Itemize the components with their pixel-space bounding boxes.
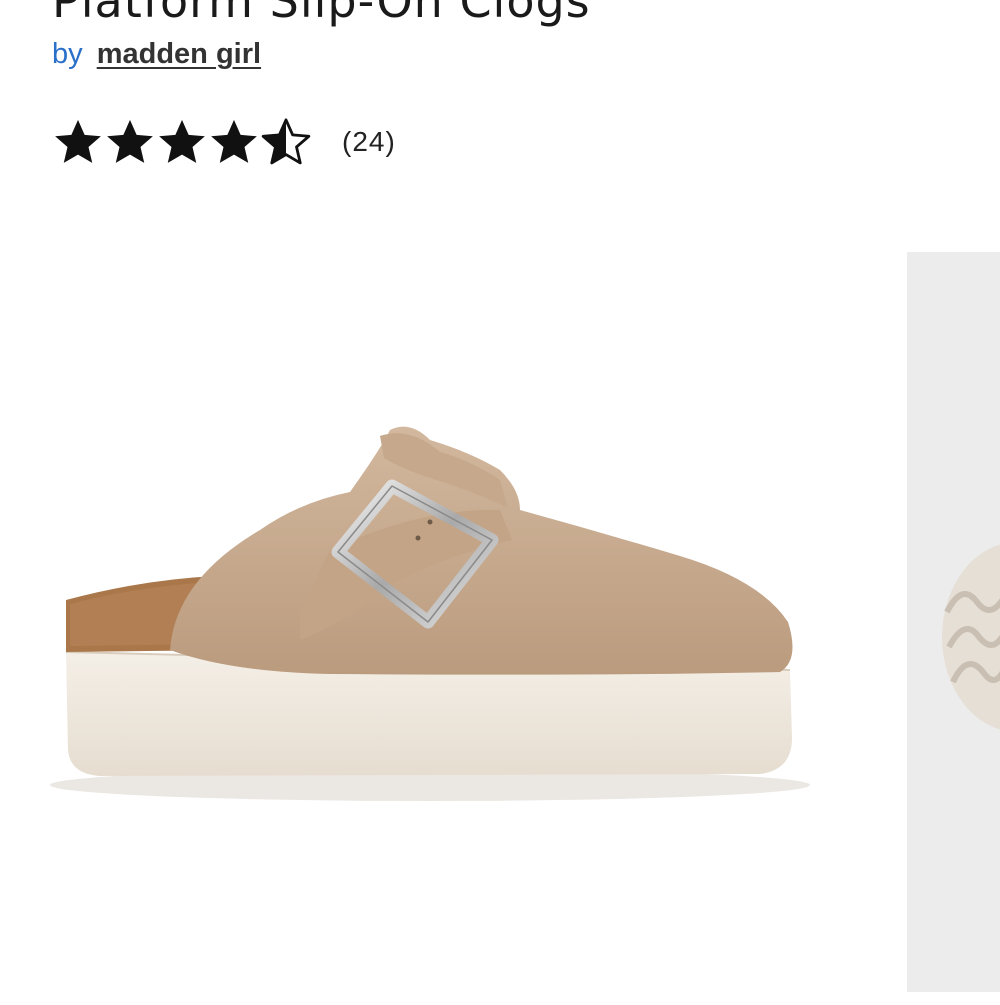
star-full-icon <box>107 119 153 163</box>
star-full-icon <box>159 119 205 163</box>
product-title: Platform Slip-On Clogs <box>52 0 591 28</box>
star-full-icon <box>211 119 257 163</box>
rating-summary[interactable]: (24) <box>52 112 396 172</box>
star-rating <box>52 116 312 168</box>
review-count[interactable]: (24) <box>342 126 396 158</box>
shoe-image <box>50 426 810 801</box>
by-label: by <box>52 38 83 70</box>
product-image-main[interactable] <box>0 240 900 1000</box>
star-half-icon <box>261 118 311 165</box>
star-full-icon <box>55 119 101 163</box>
shoe-sole-thumbnail <box>942 544 1000 730</box>
next-image-thumbnail[interactable] <box>907 252 1000 992</box>
brand-link[interactable]: madden girl <box>97 38 261 70</box>
brand-line: by madden girl <box>52 38 261 71</box>
